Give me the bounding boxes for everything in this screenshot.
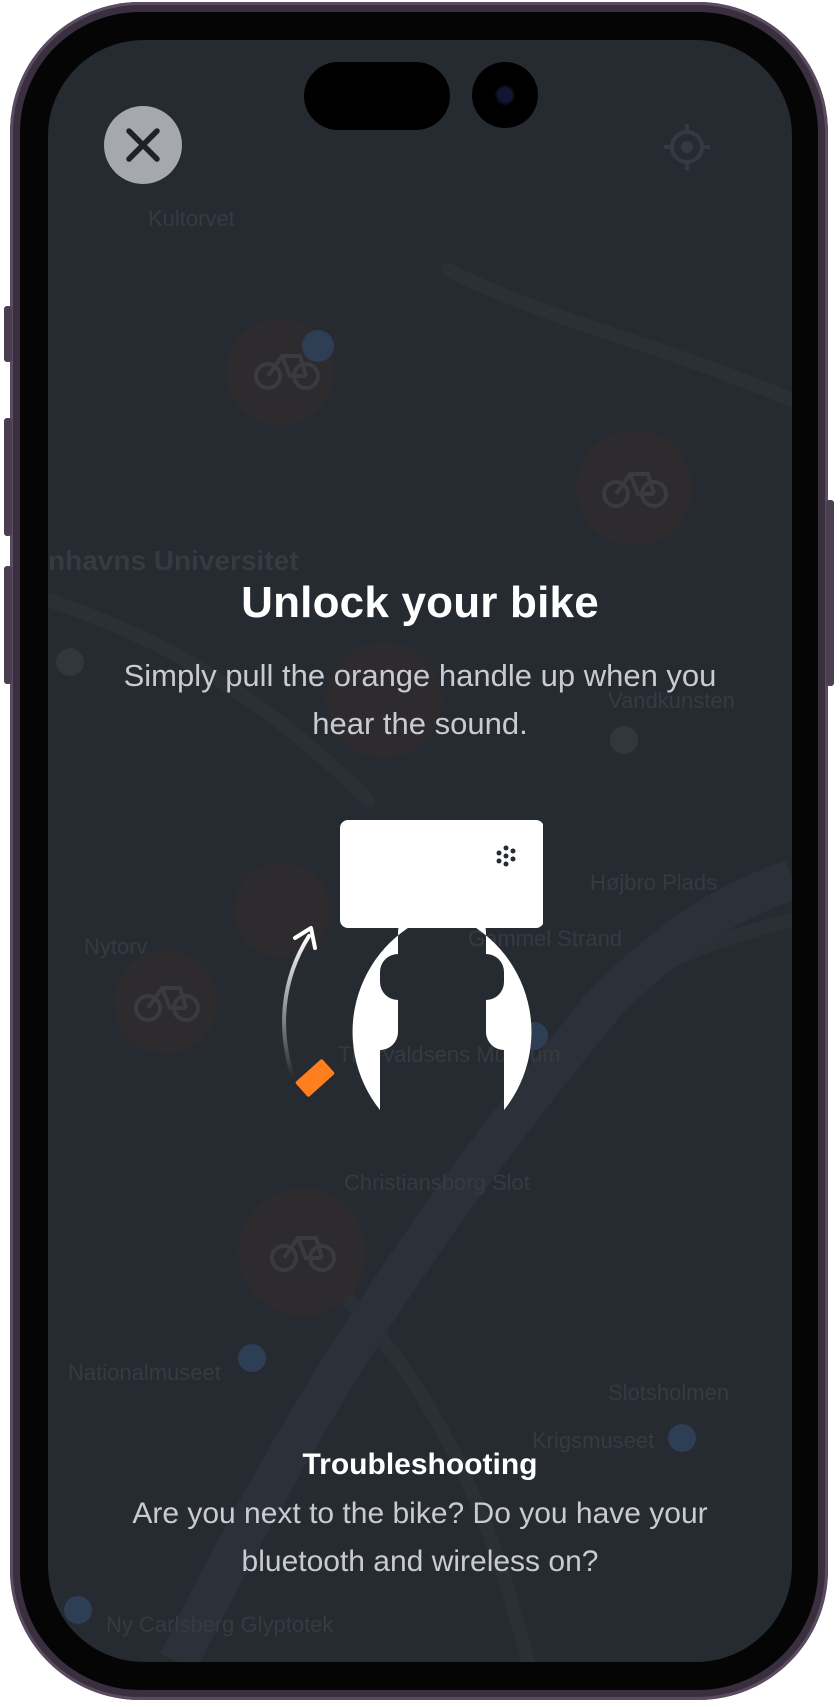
unlock-title: Unlock your bike [241, 578, 599, 627]
volume-up-button [4, 418, 12, 536]
power-button [826, 500, 834, 686]
orange-handle [295, 1059, 335, 1097]
action-button [4, 306, 12, 362]
screen: Kultorvet Nytorv Højbro Plads Gammel Str… [48, 40, 792, 1662]
camera-lens [497, 87, 513, 103]
map-pin [238, 1344, 266, 1372]
map-label-nytorv: Nytorv [84, 934, 148, 959]
map-label-christiansborg: Christiansborg Slot [344, 1170, 530, 1195]
close-icon [126, 128, 160, 162]
map-road [441, 263, 792, 407]
map-pin [64, 1596, 92, 1624]
dynamic-island [304, 62, 450, 130]
troubleshooting-title: Troubleshooting [302, 1448, 538, 1481]
crosshair-icon[interactable] [662, 122, 712, 172]
map-label-kultorvet: Kultorvet [148, 206, 235, 231]
volume-down-button [4, 566, 12, 684]
map-label-hojbro: Højbro Plads [590, 870, 717, 895]
front-camera [472, 62, 538, 128]
map-pin [302, 330, 334, 362]
troubleshooting-text: Are you next to the bike? Do you have yo… [132, 1497, 708, 1578]
close-button[interactable] [104, 106, 182, 184]
lock-body [340, 820, 543, 928]
map-label-nationalmuseet: Nationalmuseet [68, 1360, 221, 1385]
map-label-glyptotek: Ny Carlsberg Glyptotek [106, 1612, 334, 1637]
bike-lock-illustration [282, 820, 543, 1110]
unlock-instruction: Simply pull the orange handle up when yo… [123, 658, 717, 741]
map-pin [56, 648, 84, 676]
map-label-university: Københavns Universitet [48, 545, 299, 576]
pull-arrow [282, 934, 311, 1080]
map-label-slotsholmen: Slotsholmen [608, 1380, 729, 1405]
